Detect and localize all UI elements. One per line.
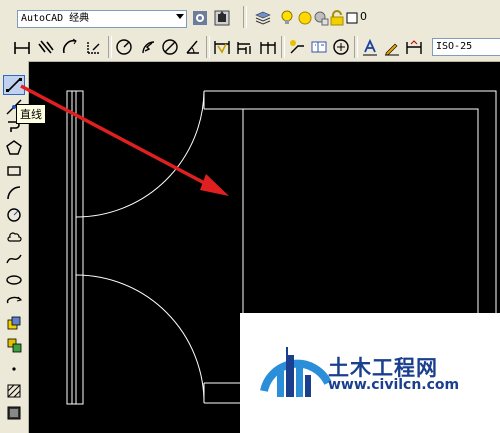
tooltip: 直线 [16,104,46,124]
jogged-dimension-icon [142,41,155,54]
lightbulb-icon [281,10,293,24]
angular-dimension-icon [186,40,199,54]
angular-dimension-button[interactable] [183,37,203,57]
quick-dimension-icon [214,41,230,54]
gradient-icon [7,406,21,420]
toolbar-separator [108,36,112,58]
baseline-dimension-icon [237,42,251,54]
workspace-settings-button[interactable] [190,8,210,28]
dimension-edit-icon [363,38,377,56]
tolerance-button[interactable] [309,37,329,57]
quick-leader-button[interactable] [287,37,307,57]
rectangle-icon [7,166,21,176]
dimension-toolbar: ISO-25 [0,34,500,62]
workspace-icon [214,10,230,26]
polygon-tool-button[interactable] [3,138,25,158]
point-icon [12,367,16,371]
diameter-dimension-icon [162,39,178,55]
revision-cloud-tool-button[interactable] [3,227,25,247]
ellipse-icon [6,275,22,285]
insert-block-icon [7,316,21,330]
arc-tool-button[interactable] [3,183,25,203]
continue-dimension-icon [260,42,276,54]
dimension-update-button[interactable] [404,37,424,57]
ellipse-tool-button[interactable] [3,270,25,290]
aligned-dimension-button[interactable] [36,37,56,57]
circle-tool-button[interactable] [3,205,25,225]
hatch-icon [7,384,21,398]
workspaces-toolbar: AutoCAD 经典 0 [0,0,500,35]
center-mark-icon [333,39,349,55]
arc-icon [7,186,21,200]
polygon-icon [6,140,22,155]
ordinate-dimension-icon [87,41,100,54]
dimension-style-dropdown[interactable]: ISO-25 [432,38,500,56]
watermark-url: www.civilcn.com [328,377,460,393]
workspace-dropdown-value: AutoCAD 经典 [21,13,90,24]
quick-dimension-button[interactable] [212,37,232,57]
dimension-text-edit-button[interactable] [382,37,402,57]
dimension-style-value: ISO-25 [436,41,473,52]
toolbar-separator [354,36,358,58]
leader-icon [290,40,304,54]
toolbar-separator [206,36,210,58]
gradient-tool-button[interactable] [3,403,25,423]
logo-icon [260,347,332,397]
point-tool-button[interactable] [3,358,25,378]
layer-color-swatch[interactable] [342,8,362,28]
continue-dimension-button[interactable] [258,37,278,57]
current-layer-name[interactable]: 0 [360,10,367,23]
diameter-dimension-button[interactable] [160,37,180,57]
line-icon [6,78,22,92]
revision-cloud-icon [7,232,22,242]
insert-block-tool-button[interactable] [3,313,25,333]
site-watermark: 土木工程网 www.civilcn.com [240,313,500,433]
rectangle-tool-button[interactable] [3,161,25,181]
layers-icon [255,11,271,25]
arc-length-icon [62,38,77,54]
chevron-down-icon [176,14,184,19]
tolerance-icon [311,41,327,53]
pencil-icon [385,43,399,56]
ordinate-dimension-button[interactable] [84,37,104,57]
jogged-dimension-button[interactable] [138,37,158,57]
baseline-dimension-button[interactable] [234,37,254,57]
circle-icon [7,208,21,222]
line-tool-button[interactable] [3,75,25,95]
arc-length-button[interactable] [60,37,80,57]
save-workspace-button[interactable] [212,8,232,28]
layer-on-button[interactable] [277,8,297,28]
toolbar-separator [281,36,285,58]
make-block-tool-button[interactable] [3,335,25,355]
dimension-edit-button[interactable] [360,37,380,57]
hatch-tool-button[interactable] [3,381,25,401]
toolbar-separator [243,6,247,28]
aligned-dimension-icon [38,40,54,54]
workspace-dropdown[interactable]: AutoCAD 经典 [17,10,187,28]
ellipse-arc-tool-button[interactable] [3,291,25,311]
linear-dimension-icon [14,42,30,54]
radius-dimension-icon [116,39,132,55]
dimension-update-icon [406,40,422,54]
color-swatch-icon [346,12,358,24]
ellipse-arc-icon [6,296,22,304]
center-mark-button[interactable] [331,37,351,57]
make-block-icon [7,338,22,353]
gear-icon [193,11,207,25]
layer-properties-button[interactable] [253,8,273,28]
spline-icon [6,254,22,264]
radius-dimension-button[interactable] [114,37,134,57]
linear-dimension-button[interactable] [12,37,32,57]
spline-tool-button[interactable] [3,249,25,269]
